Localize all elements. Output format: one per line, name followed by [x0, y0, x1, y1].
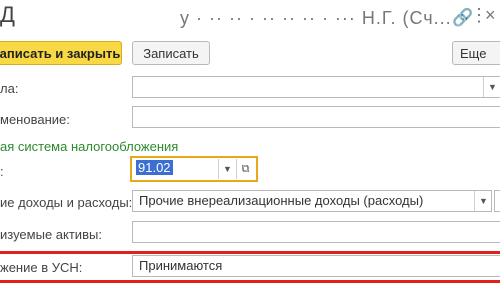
open-icon[interactable]: ⧉ — [236, 159, 254, 179]
window-title-tail: у · ·· ·· · ·· ·· ·· · ··· Н.Г. (Сч... — [180, 8, 452, 28]
field-label-1: ла: — [0, 81, 19, 96]
income-expense-dropdown-icon[interactable]: ▼ — [474, 191, 492, 211]
income-expense-open-button[interactable] — [494, 190, 500, 212]
close-icon[interactable]: × — [485, 5, 496, 26]
field-input-1[interactable] — [132, 76, 500, 98]
window-title: Д — [0, 2, 15, 27]
red-highlight-bottom — [0, 280, 500, 283]
usn-label: жение в УСН: — [0, 260, 83, 275]
red-highlight-top — [0, 251, 500, 254]
account-dropdown-icon[interactable]: ▼ — [218, 159, 236, 179]
name-input[interactable] — [132, 106, 500, 128]
chevron-down-icon[interactable]: ▼ — [483, 77, 500, 97]
account-label: : — [0, 164, 4, 179]
more-actions-button[interactable]: Еще — [452, 41, 500, 65]
name-label: менование: — [0, 112, 70, 127]
usn-input[interactable]: Принимаются — [132, 255, 500, 277]
assets-input[interactable] — [132, 221, 500, 243]
assets-label: изуемые активы: — [0, 227, 102, 242]
save-button[interactable]: Записать — [132, 41, 210, 65]
section-title: ая система налогообложения — [0, 139, 179, 154]
income-expense-label: ие доходы и расходы: — [0, 195, 133, 210]
save-and-close-button[interactable]: аписать и закрыть — [0, 41, 122, 65]
income-expense-input[interactable]: Прочие внереализационные доходы (расходы… — [132, 190, 492, 212]
income-expense-value: Прочие внереализационные доходы (расходы… — [139, 193, 424, 208]
usn-value: Принимаются — [139, 258, 223, 273]
account-value: 91.02 — [136, 160, 173, 175]
